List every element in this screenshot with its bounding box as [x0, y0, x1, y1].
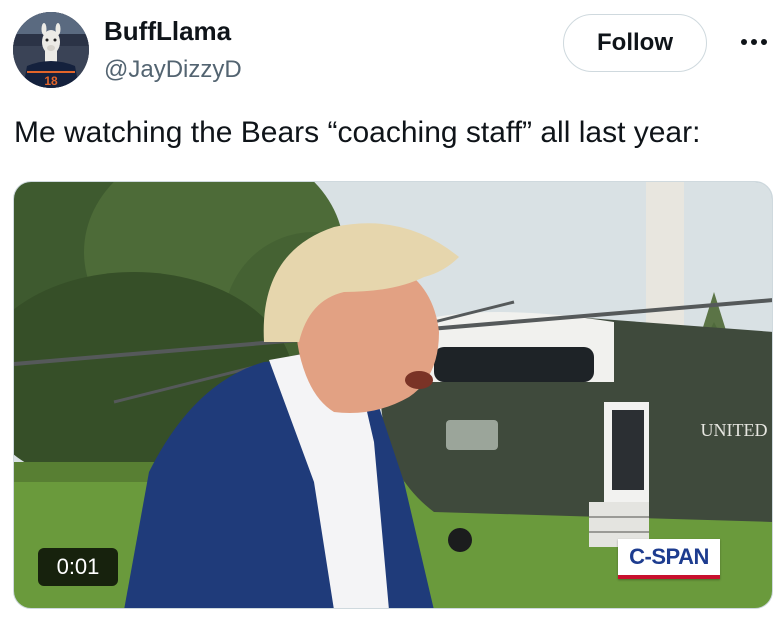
tweet-text: Me watching the Bears “coaching staff” a…: [14, 116, 701, 149]
video-player[interactable]: UNITED 0:01 C-SPAN: [13, 181, 773, 609]
video-time-badge: 0:01: [38, 548, 118, 586]
cspan-logo: C-SPAN: [618, 539, 720, 579]
more-icon[interactable]: [736, 28, 772, 56]
helicopter-marking: UNITED: [701, 420, 768, 440]
follow-button[interactable]: Follow: [563, 14, 707, 72]
avatar-image: 18: [13, 12, 89, 88]
author-handle[interactable]: @JayDizzyD: [104, 56, 242, 84]
avatar[interactable]: 18: [13, 12, 89, 88]
author-display-name[interactable]: BuffLlama: [104, 16, 231, 47]
avatar-jersey-number: 18: [44, 74, 58, 88]
